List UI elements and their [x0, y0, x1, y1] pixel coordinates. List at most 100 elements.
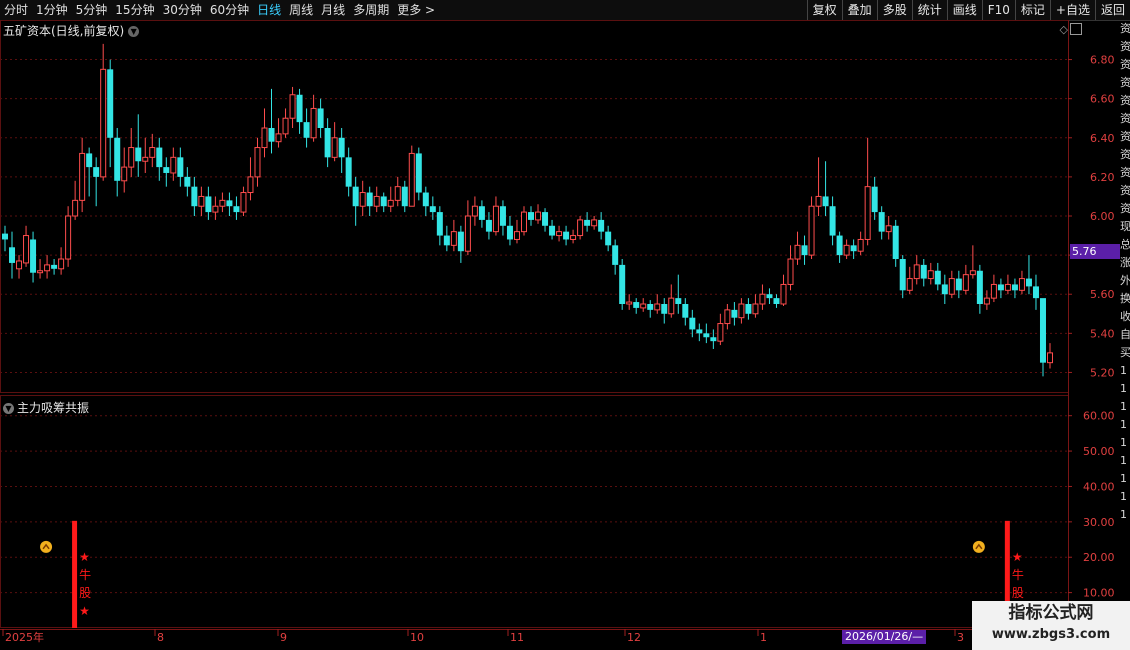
- watermark-title: 指标公式网: [1008, 603, 1094, 623]
- main-pane-frame: [0, 20, 1069, 393]
- candle-body-down: [710, 337, 717, 342]
- action-button-2[interactable]: 多股: [876, 0, 912, 20]
- up-arrow-icon: [972, 540, 985, 553]
- candle-body-up: [717, 323, 724, 342]
- candle-body-up: [843, 244, 850, 256]
- panel-toggle-icon[interactable]: [1070, 23, 1082, 35]
- candle-body-up: [387, 199, 394, 207]
- watermark-logo: 指标公式网 www.zbgs3.com: [972, 601, 1130, 650]
- period-tab-4[interactable]: 30分钟: [159, 0, 206, 20]
- candle-body-up: [289, 94, 296, 119]
- candle-body-down: [689, 317, 696, 330]
- action-button-8[interactable]: 返回: [1094, 0, 1130, 20]
- side-panel-cell: 买: [1120, 346, 1130, 359]
- side-panel-cell: 自: [1120, 328, 1130, 341]
- candle-body-up: [570, 235, 577, 240]
- side-panel-cell: 资: [1120, 58, 1130, 71]
- candle-body-up: [906, 278, 913, 291]
- action-button-1[interactable]: 叠加: [841, 0, 877, 20]
- candle-body-down: [941, 284, 948, 295]
- candle-body-up: [626, 301, 633, 305]
- period-tab-9[interactable]: 多周期: [349, 0, 393, 20]
- action-button-7[interactable]: +自选: [1049, 0, 1095, 20]
- candle-body-down: [605, 231, 612, 246]
- period-tab-1[interactable]: 1分钟: [32, 0, 72, 20]
- period-tab-10[interactable]: 更多 >: [393, 0, 439, 20]
- side-panel-cell: 1: [1120, 364, 1127, 377]
- action-button-3[interactable]: 统计: [911, 0, 947, 20]
- period-toolbar: 分时 1分钟 5分钟 15分钟 30分钟 60分钟 日线 周线 月线 多周期 更多 > 复权 叠加 多股…: [0, 0, 1130, 21]
- up-arrow-icon: [40, 540, 53, 553]
- candle-body-down: [892, 225, 899, 260]
- candle-body-down: [366, 192, 373, 207]
- side-panel-cell: 资: [1120, 40, 1130, 53]
- candle-body-down: [303, 122, 310, 138]
- period-tab-2[interactable]: 5分钟: [72, 0, 112, 20]
- candle-body-down: [997, 284, 1004, 291]
- period-tab-7[interactable]: 周线: [285, 0, 317, 20]
- side-panel-cell: 资: [1120, 184, 1130, 197]
- candle-body-down: [163, 167, 170, 173]
- candle-body-up: [254, 147, 261, 178]
- action-button-4[interactable]: 画线: [946, 0, 982, 20]
- period-tab-8[interactable]: 月线: [317, 0, 349, 20]
- price-tick-label: 5.40: [1090, 327, 1115, 340]
- candle-body-down: [506, 225, 513, 240]
- side-panel-cell: 涨: [1120, 256, 1130, 269]
- candle-body-down: [205, 196, 212, 213]
- main-chart-title: 五矿资本(日线,前复权) ▼: [3, 22, 140, 39]
- candle-body-down: [324, 128, 331, 158]
- chevron-down-icon[interactable]: ▼: [128, 26, 140, 37]
- candle-body-down: [86, 153, 93, 168]
- price-tick-label: 6.40: [1090, 132, 1115, 145]
- candle-body-up: [577, 219, 584, 237]
- candle-body-down: [955, 278, 962, 291]
- candle-body-down: [268, 128, 275, 142]
- kline-chart[interactable]: 6.806.606.406.206.005.805.605.405.2060.0…: [0, 20, 1120, 644]
- candle-body-down: [766, 294, 773, 299]
- candle-body-down: [612, 245, 619, 265]
- candle-body-up: [100, 68, 107, 178]
- period-tab-5[interactable]: 60分钟: [206, 0, 253, 20]
- signal-label-char: 股: [1012, 586, 1024, 600]
- diamond-icon[interactable]: ◇: [1060, 23, 1068, 36]
- side-panel-cell: 外: [1120, 274, 1130, 287]
- action-button-5[interactable]: F10: [981, 0, 1015, 20]
- chevron-down-icon[interactable]: ▼: [3, 403, 14, 414]
- signal-label-char: 牛: [1012, 567, 1024, 582]
- candle-body-down: [703, 333, 710, 338]
- candle-body-down: [345, 157, 352, 187]
- candle-body-up: [787, 258, 794, 285]
- side-panel-cell: 收: [1120, 310, 1130, 323]
- side-panel-cell: 资: [1120, 202, 1130, 215]
- period-tab-3[interactable]: 15分钟: [111, 0, 158, 20]
- candle-body-up: [37, 270, 44, 274]
- candle-body-up: [44, 264, 51, 272]
- candle-body-down: [107, 69, 114, 138]
- action-button-0[interactable]: 复权: [806, 0, 842, 20]
- indicator-tick-label: 30.00: [1083, 516, 1115, 529]
- candle-body-down: [745, 304, 752, 314]
- candle-body-down: [1025, 278, 1032, 287]
- candle-body-down: [542, 212, 549, 226]
- date-tick-label: 2025年: [5, 630, 44, 644]
- period-tab-0[interactable]: 分时: [0, 0, 32, 20]
- action-button-6[interactable]: 标记: [1014, 0, 1050, 20]
- candle-body-down: [177, 157, 184, 177]
- candle-body-down: [878, 212, 885, 232]
- candle-body-up: [261, 127, 268, 149]
- indicator-tick-label: 10.00: [1083, 587, 1115, 600]
- quote-side-panel: 资资资资资资资资资资资现总涨外换收自买111111111: [1120, 20, 1130, 630]
- candle-body-up: [962, 274, 969, 291]
- period-tab-6[interactable]: 日线: [253, 0, 285, 20]
- watermark-url: www.zbgs3.com: [991, 627, 1111, 642]
- candle-body-down: [920, 264, 927, 279]
- side-panel-cell: 1: [1120, 436, 1127, 449]
- candle-body-down: [934, 270, 941, 285]
- candle-body-up: [815, 195, 822, 207]
- candle-body-up: [373, 195, 380, 207]
- indicator-title-text: 主力吸筹共振: [17, 401, 90, 415]
- candle-body-down: [51, 264, 58, 269]
- candle-body-up: [450, 231, 457, 246]
- candle-body-up: [240, 192, 247, 213]
